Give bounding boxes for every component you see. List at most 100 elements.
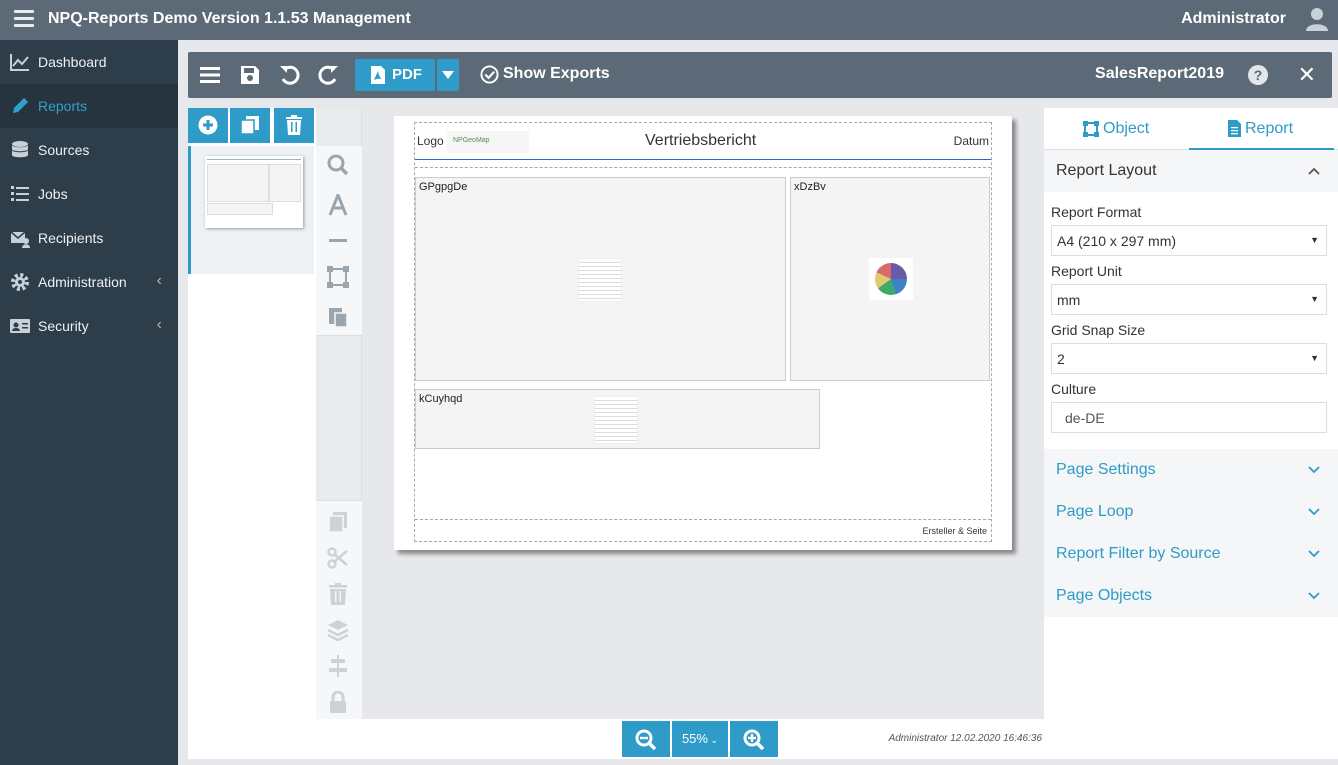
- delete-page-button[interactable]: [274, 108, 314, 143]
- report-page: Logo NPGeoMap Vertriebsbericht Datum GPg…: [394, 116, 1012, 550]
- scissors-icon[interactable]: [327, 547, 349, 569]
- footer-text[interactable]: Ersteller & Seite: [922, 526, 987, 536]
- logo-image[interactable]: NPGeoMap: [447, 131, 529, 153]
- copy-object-icon[interactable]: [327, 511, 349, 533]
- trash-icon: [286, 115, 302, 135]
- page-thumbnail-item[interactable]: [188, 146, 314, 274]
- sidebar-item-label: Sources: [38, 142, 90, 158]
- align-center-icon[interactable]: [327, 655, 349, 677]
- top-bar: NPQ-Reports Demo Version 1.1.53 Manageme…: [0, 0, 1338, 40]
- section-page-settings[interactable]: Page Settings: [1044, 449, 1338, 491]
- report-object-chart[interactable]: xDzBv: [790, 177, 990, 381]
- user-icon[interactable]: [1306, 7, 1328, 31]
- show-exports-label: Show Exports: [503, 65, 610, 82]
- header-band-border: [415, 167, 991, 168]
- copy-page-button[interactable]: [230, 108, 270, 143]
- culture-input[interactable]: de-DE: [1051, 402, 1327, 433]
- grid-snap-label: Grid Snap Size: [1051, 322, 1146, 338]
- tab-report-label: Report: [1245, 120, 1294, 137]
- add-page-button[interactable]: [188, 108, 228, 143]
- pdf-label: PDF: [392, 66, 422, 83]
- database-icon: [12, 141, 28, 158]
- save-icon[interactable]: [238, 63, 262, 87]
- file-pdf-icon: [371, 66, 385, 84]
- sidebar-item-label: Administration: [38, 274, 127, 290]
- tools-column: [316, 108, 362, 719]
- report-title-text[interactable]: Vertriebsbericht: [645, 132, 756, 150]
- caret-down-icon: [442, 71, 454, 79]
- zoom-level-dropdown[interactable]: 55% ⌄: [672, 721, 728, 757]
- report-unit-label: Report Unit: [1051, 263, 1122, 279]
- section-title: Page Settings: [1056, 461, 1156, 478]
- main-menu-icon[interactable]: [14, 10, 34, 30]
- report-unit-value: mm: [1057, 292, 1081, 308]
- check-circle-icon: [480, 65, 499, 84]
- text-tool-icon[interactable]: [327, 194, 349, 216]
- zoom-in-icon: [743, 729, 765, 751]
- sidebar-item-dashboard[interactable]: Dashboard: [0, 40, 178, 84]
- sidebar-item-label: Dashboard: [38, 54, 107, 70]
- section-report-layout[interactable]: Report Layout: [1044, 150, 1338, 192]
- section-page-loop[interactable]: Page Loop: [1044, 491, 1338, 533]
- paste-icon[interactable]: [327, 306, 349, 328]
- chevron-down-icon: [1308, 508, 1320, 516]
- sidebar-item-sources[interactable]: Sources: [0, 128, 178, 172]
- close-icon[interactable]: ✕: [1298, 62, 1316, 88]
- sidebar-item-jobs[interactable]: Jobs: [0, 172, 178, 216]
- table-preview: [578, 258, 622, 302]
- section-report-filter[interactable]: Report Filter by Source: [1044, 533, 1338, 575]
- page-margin: Logo NPGeoMap Vertriebsbericht Datum GPg…: [414, 122, 992, 542]
- report-format-value: A4 (210 x 297 mm): [1057, 233, 1177, 249]
- tab-object-label: Object: [1103, 120, 1150, 137]
- sidebar-item-reports[interactable]: Reports: [0, 84, 178, 128]
- user-name[interactable]: Administrator: [1181, 10, 1286, 28]
- sidebar-item-administration[interactable]: Administration ‹: [0, 260, 178, 304]
- section-title: Page Objects: [1056, 587, 1153, 604]
- date-field[interactable]: Datum: [954, 134, 989, 148]
- report-object-table-2[interactable]: kCuyhqd: [415, 389, 820, 449]
- main-area: PDF Show Exports SalesReport2019 ? ✕ Log…: [178, 40, 1338, 765]
- layers-icon[interactable]: [327, 619, 349, 641]
- mail-users-icon: [10, 231, 30, 248]
- zoom-in-button[interactable]: [730, 721, 778, 757]
- tab-report[interactable]: Report: [1189, 108, 1334, 150]
- section-page-objects[interactable]: Page Objects: [1044, 575, 1338, 617]
- table-preview: [594, 396, 638, 444]
- zoom-search-icon[interactable]: [327, 154, 349, 176]
- id-card-icon: [10, 319, 30, 333]
- lock-icon[interactable]: [327, 691, 349, 713]
- zoom-level-value: 55%: [681, 731, 708, 746]
- properties-tabs: Object Report: [1044, 108, 1338, 150]
- chevron-down-icon: ⌄: [707, 735, 719, 745]
- footer-band-border: [415, 519, 991, 520]
- help-icon[interactable]: ?: [1248, 65, 1268, 85]
- chevron-down-icon: [1308, 592, 1320, 600]
- redo-icon[interactable]: [316, 63, 340, 87]
- logo-label: Logo: [417, 134, 444, 148]
- sidebar-item-recipients[interactable]: Recipients: [0, 216, 178, 260]
- undo-icon[interactable]: [278, 63, 302, 87]
- tasks-icon: [11, 186, 29, 201]
- chevron-down-icon: [1308, 466, 1320, 474]
- report-format-select[interactable]: A4 (210 x 297 mm) ▼: [1051, 225, 1327, 256]
- sidebar-item-label: Jobs: [38, 186, 68, 202]
- zoom-out-button[interactable]: [622, 721, 670, 757]
- export-pdf-button[interactable]: PDF: [355, 59, 435, 91]
- grid-snap-value: 2: [1057, 351, 1065, 367]
- design-canvas[interactable]: Logo NPGeoMap Vertriebsbericht Datum GPg…: [362, 108, 1044, 719]
- trash-icon[interactable]: [327, 583, 349, 605]
- report-unit-select[interactable]: mm ▼: [1051, 284, 1327, 315]
- export-format-dropdown[interactable]: [437, 59, 459, 91]
- menu-icon[interactable]: [198, 63, 222, 87]
- sidebar-item-security[interactable]: Security ‹: [0, 304, 178, 348]
- edit-tools: [316, 500, 362, 719]
- line-tool-icon[interactable]: [327, 230, 349, 252]
- report-name: SalesReport2019: [1095, 65, 1224, 82]
- report-object-table[interactable]: GPgpgDe: [415, 177, 786, 381]
- object-caption: xDzBv: [794, 181, 826, 193]
- file-text-icon: [1228, 120, 1241, 137]
- shape-tool-icon[interactable]: [327, 266, 349, 288]
- logo-image-text: NPGeoMap: [453, 137, 490, 144]
- tab-object[interactable]: Object: [1044, 108, 1189, 150]
- grid-snap-select[interactable]: 2 ▼: [1051, 343, 1327, 374]
